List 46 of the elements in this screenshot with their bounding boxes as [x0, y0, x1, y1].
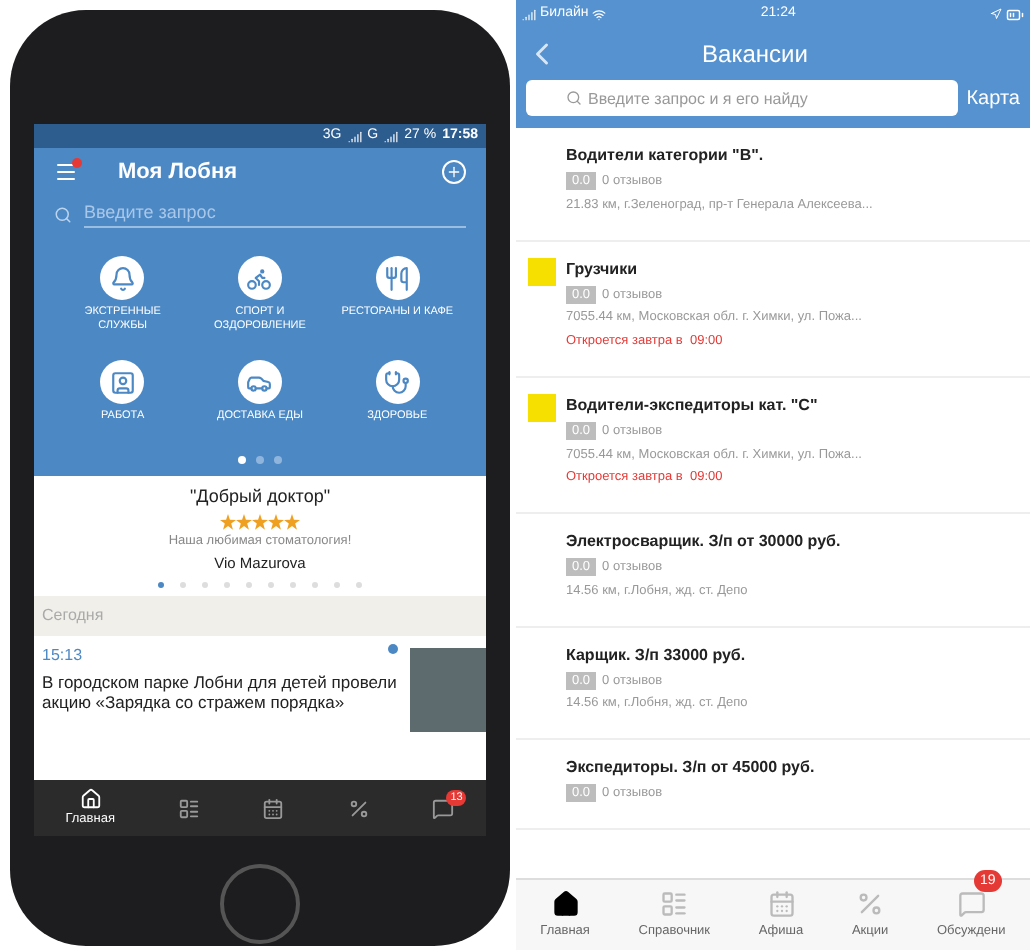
nav-tab[interactable]	[177, 797, 200, 819]
nav-tab[interactable]	[347, 797, 370, 819]
review-title: "Добрый доктор"	[189, 484, 331, 510]
chat-icon	[957, 889, 986, 918]
wifi-icon	[592, 7, 607, 21]
screen-title: Вакансии	[700, 38, 810, 72]
search-field[interactable]: Введите запрос и я его найду	[526, 80, 959, 116]
battery-icon	[1006, 5, 1024, 23]
section-title: Сегодня	[42, 603, 104, 627]
map-button[interactable]: Карта	[966, 83, 1020, 113]
percent-icon	[347, 797, 370, 819]
search-field[interactable]: Введите запрос	[84, 199, 466, 229]
home-button[interactable]	[220, 864, 300, 944]
vacancy-title: Водители категории "В".	[566, 144, 766, 168]
percent-icon	[856, 889, 885, 918]
photo-placeholder	[410, 647, 486, 731]
vacancy-title: Карщик. З/п 33000 руб.	[566, 643, 748, 667]
app-title: Моя Лобня	[118, 157, 240, 188]
home-icon	[551, 889, 580, 918]
list-icon	[660, 889, 689, 918]
search-icon	[54, 205, 72, 223]
calendar-icon	[767, 889, 795, 918]
home-icon	[79, 787, 102, 810]
signal-icon	[384, 129, 399, 143]
menu-icon[interactable]	[54, 160, 78, 184]
chat-icon	[432, 797, 455, 819]
nav-tab[interactable]	[432, 797, 455, 819]
news-time: 15:13	[42, 643, 85, 667]
bicycle-icon	[246, 265, 273, 291]
signal-icon	[522, 7, 536, 21]
vacancy-title: Электросварщик. З/п от 30000 руб.	[566, 530, 841, 554]
list-icon	[177, 797, 200, 819]
nav-tab[interactable]	[262, 797, 285, 819]
plus-icon	[446, 164, 462, 180]
vacancy-title: Экспедиторы. З/п от 45000 руб.	[566, 756, 815, 780]
signal-icon	[347, 129, 362, 143]
add-button[interactable]	[442, 160, 466, 184]
id-card-icon	[109, 369, 136, 395]
doctor-icon	[384, 369, 411, 395]
vacancy-title: Водители-экспедиторы кат. "С"	[566, 393, 820, 418]
calendar-icon	[262, 797, 285, 819]
location-icon	[990, 8, 1002, 20]
bell-icon	[109, 265, 136, 291]
search-icon	[566, 90, 582, 106]
vacancy-title: Грузчики	[566, 257, 640, 281]
news-text: В городском парке Лобни для детей провели акцию «Зарядка со стражем порядка»	[42, 671, 399, 711]
